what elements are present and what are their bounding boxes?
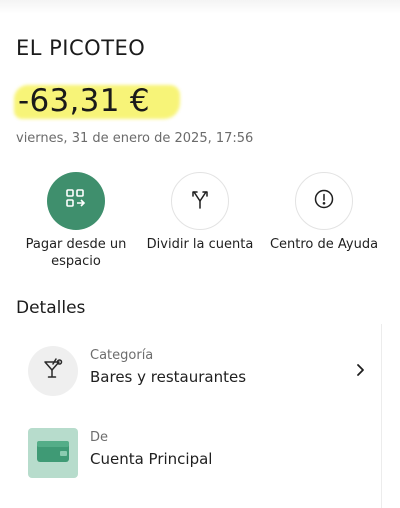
help-center-button[interactable]: Centro de Ayuda <box>258 172 390 253</box>
details-card: Categoría Bares y restaurantes De Cuenta… <box>16 324 382 508</box>
split-bill-label: Dividir la cuenta <box>146 237 254 252</box>
category-value: Bares y restaurantes <box>90 368 247 386</box>
help-center-label: Centro de Ayuda <box>269 237 379 252</box>
category-caption: Categoría <box>90 348 154 363</box>
source-account-row: De Cuenta Principal <box>28 424 372 484</box>
alert-circle-icon <box>313 188 335 214</box>
source-account-value: Cuenta Principal <box>90 450 213 468</box>
help-center-circle[interactable] <box>295 172 353 230</box>
split-arrows-icon <box>189 188 211 214</box>
status-bar-fade <box>0 0 400 14</box>
wallet-card-icon <box>33 436 73 470</box>
pay-from-space-circle[interactable] <box>47 172 105 230</box>
details-title: Detalles <box>16 298 86 318</box>
split-bill-button[interactable]: Dividir la cuenta <box>134 172 266 253</box>
chevron-right-icon[interactable] <box>348 358 372 382</box>
split-bill-circle[interactable] <box>171 172 229 230</box>
transaction-amount-container: -63,31 € <box>14 83 182 121</box>
category-thumb <box>28 346 78 396</box>
transaction-datetime: viernes, 31 de enero de 2025, 17:56 <box>16 131 254 146</box>
pay-from-space-label: Pagar desde un espacio <box>25 237 127 269</box>
quick-actions: Pagar desde un espacio Dividir la cuenta <box>0 172 400 272</box>
pay-from-space-button[interactable]: Pagar desde un espacio <box>10 172 142 270</box>
category-row[interactable]: Categoría Bares y restaurantes <box>28 342 372 402</box>
transaction-amount: -63,31 € <box>18 83 150 119</box>
source-account-thumb <box>28 428 78 478</box>
merchant-name: EL PICOTEO <box>16 36 146 60</box>
source-account-caption: De <box>90 430 109 445</box>
cocktail-icon <box>41 357 65 385</box>
qr-transfer-icon <box>65 188 87 214</box>
